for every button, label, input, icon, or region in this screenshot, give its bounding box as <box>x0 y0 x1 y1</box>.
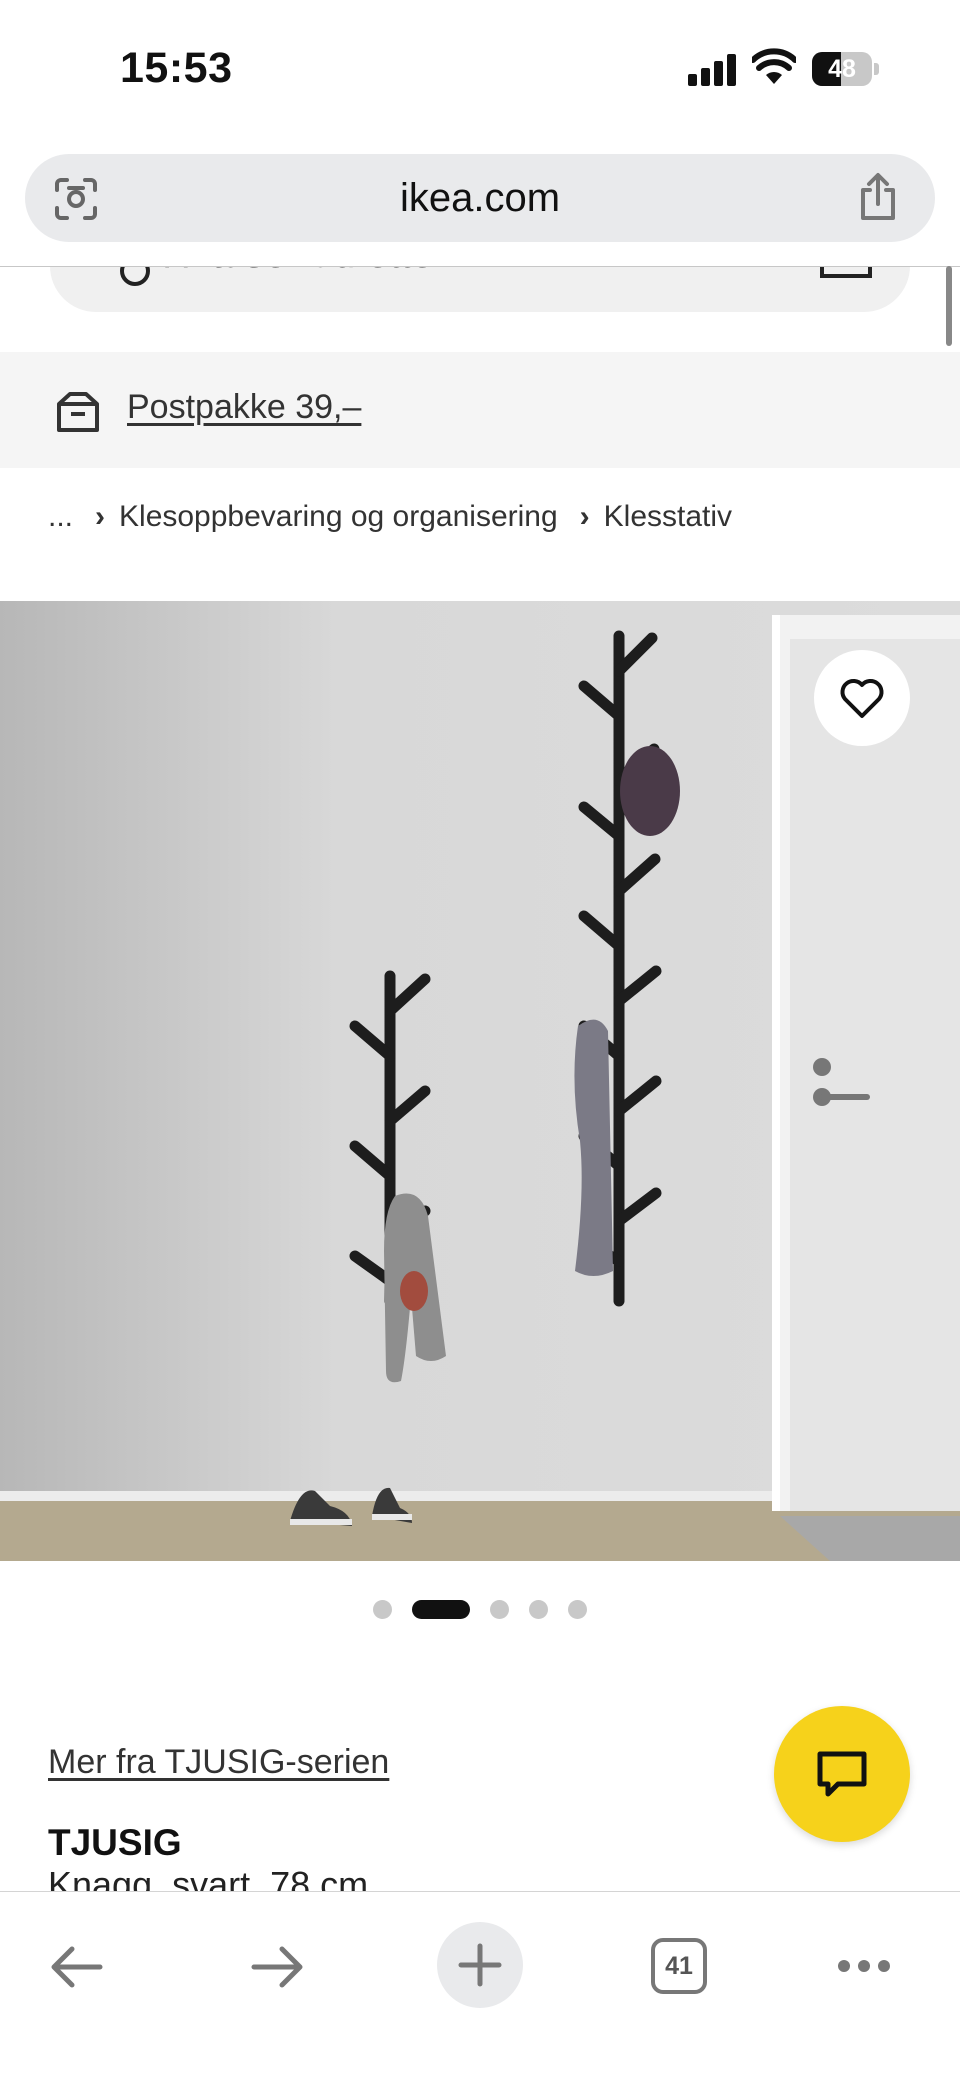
chevron-right-icon: › <box>95 500 106 533</box>
product-image[interactable] <box>0 601 960 1561</box>
chevron-right-icon: › <box>579 500 590 533</box>
search-placeholder: Hva ser du etter? <box>162 266 469 277</box>
status-time: 15:53 <box>120 44 233 92</box>
browser-toolbar: 41 <box>0 1891 960 2082</box>
tabs-button[interactable]: 41 <box>651 1938 707 1994</box>
more-options-icon[interactable] <box>836 1958 892 1974</box>
battery-percent: 48 <box>828 55 856 83</box>
product-subtitle-text: Knagg, svart, 78 cm <box>48 1868 369 1892</box>
page-scan-icon[interactable] <box>53 176 99 222</box>
breadcrumb-ellipsis[interactable]: ... <box>48 500 73 533</box>
delivery-box-icon <box>56 390 100 434</box>
chat-button[interactable] <box>774 1706 910 1842</box>
breadcrumb: ... › Klesoppbevaring og organisering › Kles… <box>48 500 732 534</box>
carousel-dot[interactable] <box>529 1600 548 1619</box>
carousel-dot[interactable] <box>373 1600 392 1619</box>
postpakke-link[interactable]: Postpakke 39,– <box>127 388 361 427</box>
battery-icon: 48 <box>812 52 880 86</box>
plus-icon <box>458 1943 502 1987</box>
back-arrow-icon[interactable] <box>48 1944 104 1990</box>
address-bar[interactable]: ikea.com <box>25 154 935 242</box>
breadcrumb-item-klesstativ[interactable]: Klesstativ <box>604 500 732 533</box>
shipping-banner: Postpakke 39,– <box>0 352 960 468</box>
chat-bubble-icon <box>817 1751 867 1797</box>
divider <box>0 266 960 267</box>
cellular-signal-icon <box>688 52 736 86</box>
carousel-dot-active[interactable] <box>412 1600 470 1619</box>
scrollbar[interactable] <box>946 266 952 346</box>
carousel-dot[interactable] <box>490 1600 509 1619</box>
heart-icon <box>840 679 884 718</box>
product-subtitle: Knagg, svart, 78 cm <box>48 1868 368 1892</box>
camera-search-icon[interactable] <box>820 266 872 278</box>
forward-arrow-icon[interactable] <box>250 1944 306 1990</box>
series-link[interactable]: Mer fra TJUSIG-serien <box>48 1743 389 1782</box>
breadcrumb-item-klesoppbevaring[interactable]: Klesoppbevaring og organisering <box>119 500 558 533</box>
favorite-button[interactable] <box>814 650 910 746</box>
wifi-icon <box>750 48 798 86</box>
new-tab-button[interactable] <box>437 1922 523 2008</box>
search-icon <box>120 266 150 286</box>
product-name: TJUSIG <box>48 1822 182 1863</box>
share-icon[interactable] <box>855 172 901 222</box>
carousel-dot[interactable] <box>568 1600 587 1619</box>
search-field[interactable]: Hva ser du etter? <box>50 266 910 312</box>
url-text[interactable]: ikea.com <box>25 154 935 242</box>
